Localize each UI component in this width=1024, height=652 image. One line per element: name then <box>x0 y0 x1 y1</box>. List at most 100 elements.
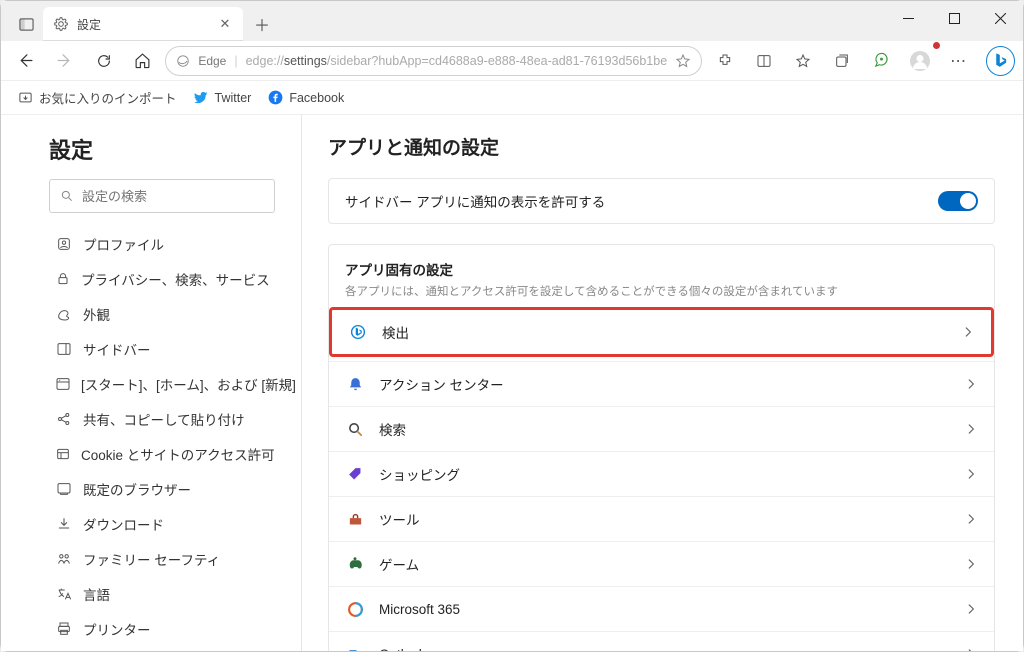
sidebar-item-cookie[interactable]: Cookie とサイトのアクセス許可 <box>49 437 275 470</box>
favorites-button[interactable] <box>786 45 819 77</box>
sidebar-item-download[interactable]: ダウンロード <box>49 507 275 540</box>
app-list: 検出アクション センター検索ショッピングツールゲーム Microsoft 365 O… <box>329 307 994 651</box>
sidebar-item-label: プロファイル <box>83 234 164 254</box>
collections-button[interactable] <box>825 45 858 77</box>
bing-chat-button[interactable] <box>986 46 1015 76</box>
toolbar: Edge | edge://settings/sidebar?hubApp=cd… <box>1 41 1023 81</box>
home-button[interactable] <box>126 45 159 77</box>
refresh-button[interactable] <box>87 45 120 77</box>
sidebar-item-family[interactable]: ファミリー セーフティ <box>49 542 275 575</box>
cookie-icon <box>55 445 71 463</box>
edge-logo-icon <box>176 54 190 68</box>
sidebar-item-lock[interactable]: プライバシー、検索、サービス <box>49 262 275 295</box>
sidebar-item-profile[interactable]: プロファイル <box>49 227 275 260</box>
allow-notifications-row: サイドバー アプリに通知の表示を許可する <box>329 179 994 223</box>
app-row-game[interactable]: ゲーム <box>329 541 994 586</box>
settings-search[interactable] <box>49 179 275 213</box>
tab-actions-button[interactable] <box>9 7 43 41</box>
chevron-right-icon <box>964 512 978 526</box>
sidebar-item-lang[interactable]: 言語 <box>49 577 275 610</box>
app-specific-subtitle: 各アプリには、通知とアクセス許可を設定して含めることができる個々の設定が含まれて… <box>345 283 978 299</box>
sidebar-item-printer[interactable]: プリンター <box>49 612 275 645</box>
favorite-twitter-label: Twitter <box>215 91 252 105</box>
chevron-right-icon <box>964 647 978 651</box>
sidebar-item-appearance[interactable]: 外観 <box>49 297 275 330</box>
default-icon <box>55 480 73 498</box>
sidebar-item-sidebar[interactable]: サイドバー <box>49 332 275 365</box>
favorite-star-icon[interactable] <box>675 53 691 69</box>
app-row-label: ショッピング <box>379 464 460 484</box>
settings-sidebar: 設定 プロファイルプライバシー、検索、サービス外観サイドバー[スタート]、[ホー… <box>1 115 301 651</box>
app-row-outlook[interactable]: Outlook <box>329 631 994 651</box>
tab-title: 設定 <box>77 16 209 33</box>
sidebar-item-default[interactable]: 既定のブラウザー <box>49 472 275 505</box>
window-maximize-button[interactable] <box>931 1 977 35</box>
sidebar-item-system[interactable]: システムとパフォーマンス <box>49 647 275 651</box>
sidebar-icon <box>55 340 73 358</box>
chevron-right-icon <box>964 557 978 571</box>
sidebar-item-share[interactable]: 共有、コピーして貼り付け <box>49 402 275 435</box>
appearance-icon <box>55 305 73 323</box>
import-icon <box>17 90 33 106</box>
sidebar-heading: 設定 <box>49 133 275 165</box>
app-specific-card: アプリ固有の設定 各アプリには、通知とアクセス許可を設定して含めることができる個… <box>328 244 995 651</box>
new-tab-button[interactable]: ＋ <box>247 7 277 41</box>
sidebar-item-label: 既定のブラウザー <box>83 479 191 499</box>
profile-icon <box>55 235 73 253</box>
performance-button[interactable] <box>864 45 897 77</box>
search-icon <box>345 419 365 439</box>
menu-button[interactable]: ⋯ <box>943 45 976 77</box>
favorite-twitter[interactable]: Twitter <box>193 90 252 106</box>
gear-icon <box>53 16 69 32</box>
app-row-label: ツール <box>379 509 420 529</box>
favorite-facebook[interactable]: Facebook <box>267 90 344 106</box>
app-row-bell[interactable]: アクション センター <box>329 361 994 406</box>
bell-icon <box>345 374 365 394</box>
sidebar-item-label: 共有、コピーして貼り付け <box>83 409 245 429</box>
lang-icon <box>55 585 73 603</box>
app-row-discover[interactable]: 検出 <box>329 307 994 357</box>
app-row-tools[interactable]: ツール <box>329 496 994 541</box>
extensions-button[interactable] <box>708 45 741 77</box>
sidebar-item-label: 外観 <box>83 304 110 324</box>
game-icon <box>345 554 365 574</box>
app-row-search[interactable]: 検索 <box>329 406 994 451</box>
split-screen-button[interactable] <box>747 45 780 77</box>
window-close-button[interactable] <box>977 1 1023 35</box>
app-row-label: 検出 <box>382 322 409 342</box>
tab-strip: 設定 ✕ ＋ <box>1 1 885 41</box>
import-favorites-link[interactable]: お気に入りのインポート <box>17 88 177 107</box>
forward-button[interactable] <box>48 45 81 77</box>
app-row-label: Outlook <box>379 647 426 652</box>
sidebar-item-label: 言語 <box>83 584 110 604</box>
app-row-label: ゲーム <box>379 554 419 574</box>
sidebar-item-label: Cookie とサイトのアクセス許可 <box>81 444 275 464</box>
family-icon <box>55 550 73 568</box>
settings-nav-list: プロファイルプライバシー、検索、サービス外観サイドバー[スタート]、[ホーム]、… <box>49 227 275 651</box>
address-bar[interactable]: Edge | edge://settings/sidebar?hubApp=cd… <box>165 46 702 76</box>
app-row-label: 検索 <box>379 419 406 439</box>
allow-notifications-card: サイドバー アプリに通知の表示を許可する <box>328 178 995 224</box>
chevron-right-icon <box>964 377 978 391</box>
app-row-m365[interactable]: Microsoft 365 <box>329 586 994 631</box>
start-icon <box>55 375 71 393</box>
sidebar-item-label: プライバシー、検索、サービス <box>81 269 270 289</box>
browser-tab-settings[interactable]: 設定 ✕ <box>43 7 243 41</box>
settings-search-input[interactable] <box>82 189 264 204</box>
address-scheme-label: Edge <box>198 54 226 68</box>
sidebar-item-start[interactable]: [スタート]、[ホーム]、および [新規] タブ <box>49 367 275 400</box>
back-button[interactable] <box>9 45 42 77</box>
allow-notifications-toggle[interactable] <box>938 191 978 211</box>
chevron-right-icon <box>961 325 975 339</box>
app-row-tag[interactable]: ショッピング <box>329 451 994 496</box>
window-minimize-button[interactable] <box>885 1 931 35</box>
tab-close-button[interactable]: ✕ <box>217 16 233 32</box>
outlook-icon <box>345 644 365 651</box>
content-area: 設定 プロファイルプライバシー、検索、サービス外観サイドバー[スタート]、[ホー… <box>1 115 1023 651</box>
sidebar-item-label: ファミリー セーフティ <box>83 549 220 569</box>
profile-avatar-button[interactable] <box>904 45 937 77</box>
favorites-bar: お気に入りのインポート Twitter Facebook <box>1 81 1023 115</box>
chevron-right-icon <box>964 602 978 616</box>
titlebar: 設定 ✕ ＋ <box>1 1 1023 41</box>
favorite-facebook-label: Facebook <box>289 91 344 105</box>
